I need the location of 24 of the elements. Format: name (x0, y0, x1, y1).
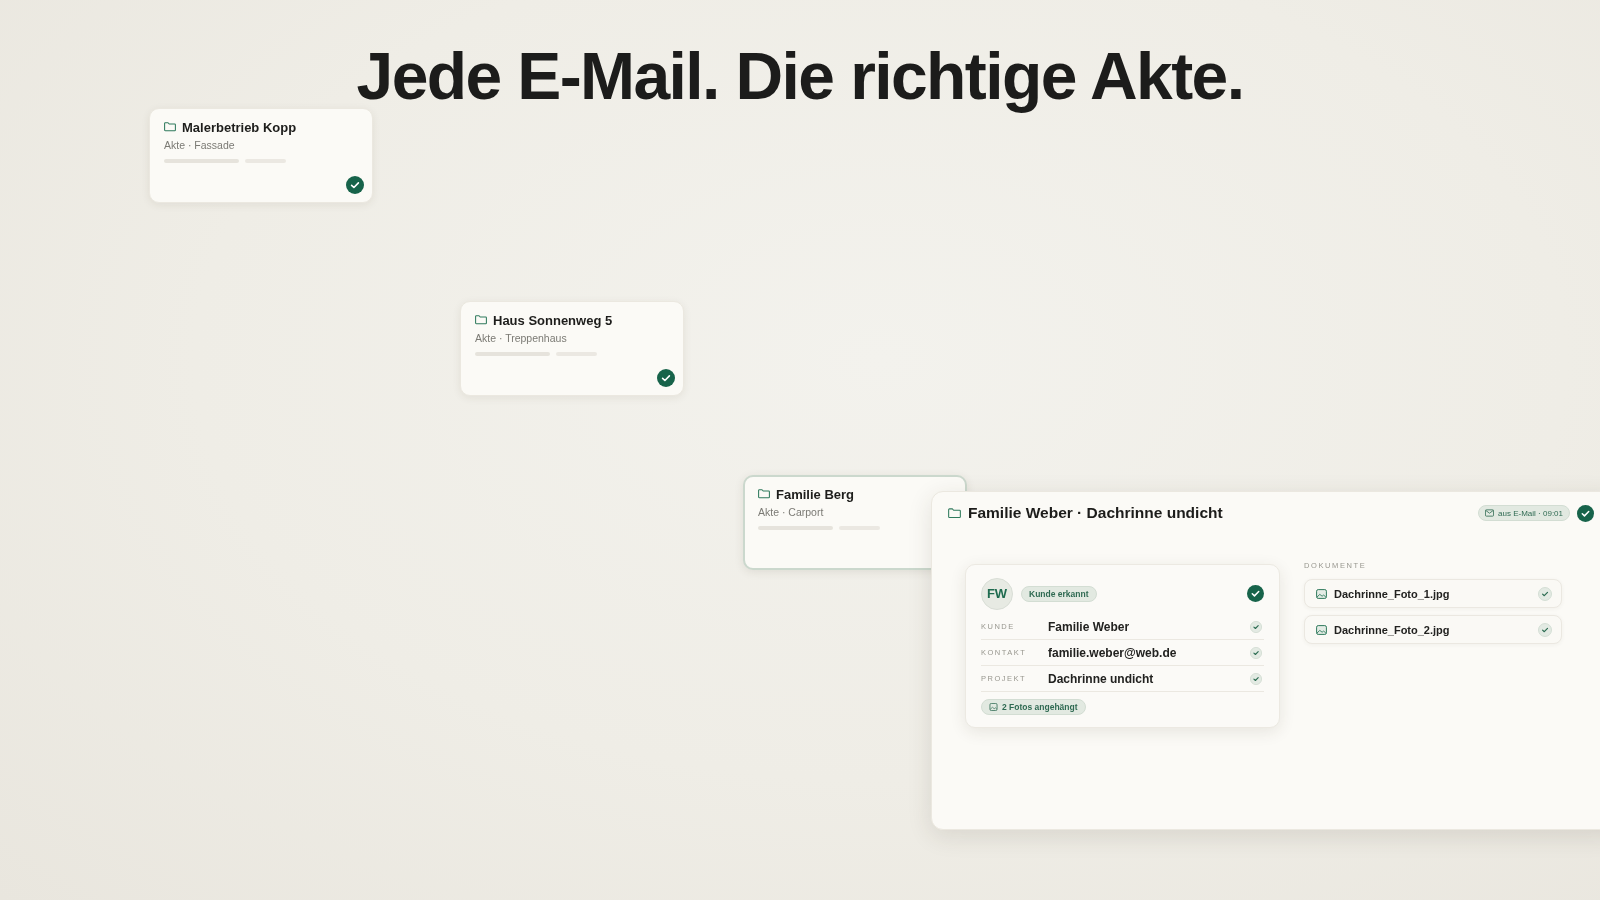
mail-icon (1485, 509, 1495, 517)
card-subtitle: Akte · Treppenhaus (475, 332, 568, 344)
card-title: Familie Berg (776, 486, 855, 502)
source-label: aus E-Mail · 09:01 (1498, 508, 1563, 518)
image-icon (1316, 588, 1327, 599)
image-icon (989, 703, 998, 711)
attachment-label: 2 Fotos angehängt (1002, 702, 1078, 712)
card-subtitle: Akte · Carport (758, 506, 825, 518)
avatar: FW (981, 577, 1013, 610)
file-name: Dachrinne_Foto_1.jpg (1334, 587, 1450, 600)
panel-title: Familie Weber · Dachrinne undicht (968, 504, 1223, 522)
field-value: Dachrinne undicht (1048, 671, 1154, 686)
image-icon (1316, 624, 1327, 635)
card-title: Malerbetrieb Kopp (182, 119, 297, 135)
field-value: Familie Weber (1048, 619, 1130, 634)
folder-icon (948, 507, 961, 519)
field-value: familie.weber@web.de (1048, 645, 1177, 660)
card-subtitle: Akte · Fassade (164, 139, 236, 151)
status-badge: Kunde erkannt (1021, 585, 1097, 602)
folder-icon (475, 315, 487, 325)
folder-icon (758, 489, 770, 499)
folder-icon (164, 122, 176, 132)
card-title: Haus Sonnenweg 5 (493, 312, 613, 328)
file-name: Dachrinne_Foto_2.jpg (1334, 623, 1450, 636)
